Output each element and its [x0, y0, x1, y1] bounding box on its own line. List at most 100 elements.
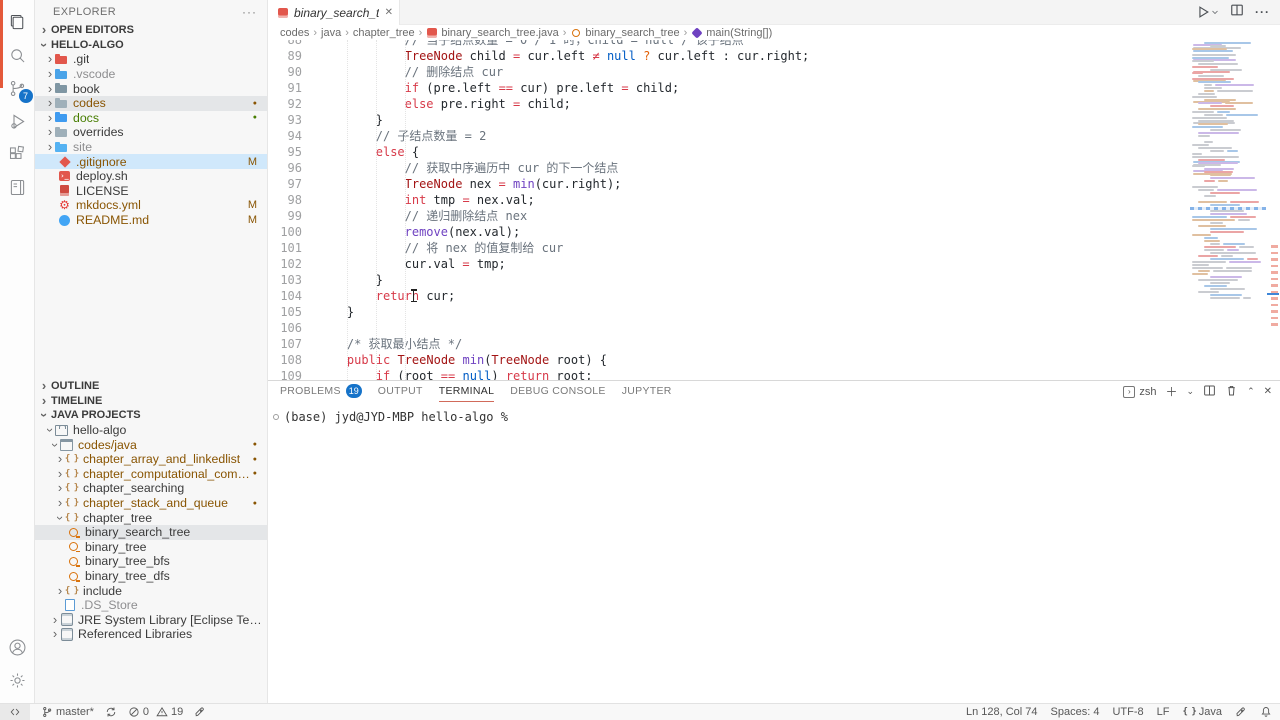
tree-item-.git[interactable]: ›.git	[35, 52, 267, 67]
accounts-icon[interactable]	[0, 631, 35, 664]
breadcrumb-item[interactable]: chapter_tree	[353, 27, 415, 39]
code-line[interactable]: 105}	[268, 304, 1190, 320]
run-java-button[interactable]	[1196, 5, 1219, 19]
panel-tab-terminal[interactable]: TERMINAL	[439, 381, 495, 402]
code-line[interactable]: 97TreeNode nex = min(cur.right);	[268, 176, 1190, 192]
extensions-icon[interactable]	[0, 138, 35, 171]
notebook-icon[interactable]	[0, 171, 35, 204]
breadcrumb-item[interactable]: main(String[])	[691, 27, 772, 39]
terminal[interactable]: (base) jyd@JYD-MBP hello-algo %	[268, 402, 1280, 703]
section-root-folder[interactable]: › HELLO-ALGO	[35, 38, 267, 53]
language-mode[interactable]: { } Java	[1182, 706, 1222, 718]
section-outline[interactable]: › OUTLINE	[35, 379, 267, 394]
split-editor-icon[interactable]	[1230, 3, 1244, 22]
code-line[interactable]: 99// 递归删除结点 nex	[268, 208, 1190, 224]
code-line[interactable]: 89TreeNode child = cur.left ≠ null ? cur…	[268, 48, 1190, 64]
minimap[interactable]	[1190, 42, 1266, 300]
tab-binary-search-tree[interactable]: binary_search_tree.java ✕	[268, 0, 400, 25]
tree-item-site[interactable]: ›site	[35, 140, 267, 155]
tree-item-jre-system-library-eclipse-temurin-17-17...[interactable]: ›JRE System Library [Eclipse Temurin 17 …	[35, 613, 267, 628]
breadcrumb-item[interactable]: binary_search_tree	[570, 27, 679, 39]
encoding-status[interactable]: UTF-8	[1112, 706, 1143, 718]
new-terminal-icon[interactable]: ＋	[1166, 386, 1178, 398]
tree-item-binary_tree[interactable]: binary_tree	[35, 540, 267, 555]
code-line[interactable]: 104return cur;	[268, 288, 1190, 304]
breadcrumb-item[interactable]: java	[321, 27, 341, 39]
code-line[interactable]: 94// 子结点数量 = 2	[268, 128, 1190, 144]
tree-item-binary_tree_bfs[interactable]: binary_tree_bfs	[35, 554, 267, 569]
tree-item-mkdocs.yml[interactable]: mkdocs.ymlM	[35, 198, 267, 213]
panel-tab-jupyter[interactable]: JUPYTER	[622, 381, 672, 402]
tree-item-binary_tree_dfs[interactable]: binary_tree_dfs	[35, 569, 267, 584]
source-control-icon[interactable]: 7	[0, 72, 35, 105]
code-line[interactable]: 108public TreeNode min(TreeNode root) {	[268, 352, 1190, 368]
tree-item-deploy.sh[interactable]: deploy.sh	[35, 169, 267, 184]
java-server-mode-icon[interactable]	[1235, 706, 1247, 718]
code-line[interactable]: 93}	[268, 112, 1190, 128]
remote-indicator[interactable]	[0, 704, 30, 720]
code-line[interactable]: 109if (root == null) return root;	[268, 368, 1190, 380]
eol-status[interactable]: LF	[1157, 706, 1170, 718]
maximize-panel-icon[interactable]: ⌃	[1247, 387, 1255, 396]
section-open-editors[interactable]: › OPEN EDITORS	[35, 23, 267, 38]
problems-status[interactable]: 0 19	[128, 706, 183, 718]
code-line[interactable]: 106	[268, 320, 1190, 336]
notifications-bell-icon[interactable]	[1260, 706, 1272, 718]
code-line[interactable]: 91if (pre.left == cur) pre.left = child;	[268, 80, 1190, 96]
terminal-profile[interactable]: › zsh	[1123, 386, 1156, 398]
tree-item-chapter_computational_complexity[interactable]: ›chapter_computational_complexity●	[35, 467, 267, 482]
kill-terminal-icon[interactable]	[1225, 384, 1238, 400]
tree-item-.gitignore[interactable]: .gitignoreM	[35, 154, 267, 169]
panel-tab-debug-console[interactable]: DEBUG CONSOLE	[510, 381, 606, 402]
tree-item-book[interactable]: ›book	[35, 81, 267, 96]
close-icon[interactable]: ✕	[385, 7, 393, 18]
run-debug-icon[interactable]	[0, 105, 35, 138]
breadcrumb-item[interactable]: binary_search_tree.java	[426, 27, 558, 39]
panel-tab-output[interactable]: OUTPUT	[378, 381, 423, 402]
code-editor[interactable]: 88// 当子结点数量 = 0 / 1 时，child = null / 该子结…	[268, 40, 1280, 380]
code-line[interactable]: 103}	[268, 272, 1190, 288]
settings-gear-icon[interactable]	[0, 664, 35, 697]
git-branch-status[interactable]: master*	[41, 706, 94, 718]
indentation-status[interactable]: Spaces: 4	[1051, 706, 1100, 718]
split-terminal-icon[interactable]	[1203, 384, 1216, 400]
tree-item-.vscode[interactable]: ›.vscode	[35, 67, 267, 82]
tree-item-chapter_stack_and_queue[interactable]: ›chapter_stack_and_queue●	[35, 496, 267, 511]
code-line[interactable]: 92else pre.right = child;	[268, 96, 1190, 112]
code-line[interactable]: 100remove(nex.val);	[268, 224, 1190, 240]
breadcrumb-item[interactable]: codes	[280, 27, 309, 39]
sync-changes-icon[interactable]	[105, 706, 117, 718]
tree-item-.ds_store[interactable]: .DS_Store	[35, 598, 267, 613]
rocket-icon[interactable]	[194, 706, 206, 718]
editor-more-actions-icon[interactable]: ···	[1255, 5, 1270, 19]
tree-item-readme.md[interactable]: README.mdM	[35, 213, 267, 228]
tree-item-codes[interactable]: ›codes●	[35, 96, 267, 111]
code-line[interactable]: 96// 获取中序遍历中 cur 的下一个结点	[268, 160, 1190, 176]
code-line[interactable]: 107/* 获取最小结点 */	[268, 336, 1190, 352]
close-panel-icon[interactable]: ✕	[1264, 387, 1272, 397]
tree-item-chapter_tree[interactable]: ›chapter_tree	[35, 510, 267, 525]
tree-item-chapter_array_and_linkedlist[interactable]: ›chapter_array_and_linkedlist●	[35, 452, 267, 467]
tree-item-hello-algo[interactable]: ›hello-algo	[35, 423, 267, 438]
launch-profile-chevron-icon[interactable]: ⌄	[1187, 387, 1195, 396]
cursor-position[interactable]: Ln 128, Col 74	[966, 706, 1038, 718]
explorer-icon[interactable]	[0, 6, 35, 39]
search-icon[interactable]	[0, 39, 35, 72]
tree-item-docs[interactable]: ›docs●	[35, 111, 267, 126]
tree-item-binary_search_tree[interactable]: binary_search_tree	[35, 525, 267, 540]
code-line[interactable]: 90// 删除结点 cur	[268, 64, 1190, 80]
code-line[interactable]: 102cur.val = tmp;	[268, 256, 1190, 272]
tree-item-chapter_searching[interactable]: ›chapter_searching	[35, 481, 267, 496]
tree-item-include[interactable]: ›include	[35, 583, 267, 598]
tree-item-codes-java[interactable]: ›codes/java●	[35, 437, 267, 452]
section-timeline[interactable]: › TIMELINE	[35, 394, 267, 409]
tree-item-overrides[interactable]: ›overrides	[35, 125, 267, 140]
overview-ruler[interactable]	[1266, 40, 1280, 380]
code-line[interactable]: 101// 将 nex 的值复制给 cur	[268, 240, 1190, 256]
code-line[interactable]: 98int tmp = nex.val;	[268, 192, 1190, 208]
panel-tab-problems[interactable]: PROBLEMS19	[280, 381, 362, 402]
more-actions-icon[interactable]: ···	[242, 5, 257, 19]
section-java-projects[interactable]: › JAVA PROJECTS	[35, 408, 267, 423]
code-line[interactable]: 88// 当子结点数量 = 0 / 1 时，child = null / 该子结…	[268, 40, 1190, 48]
tree-item-license[interactable]: LICENSE	[35, 184, 267, 199]
